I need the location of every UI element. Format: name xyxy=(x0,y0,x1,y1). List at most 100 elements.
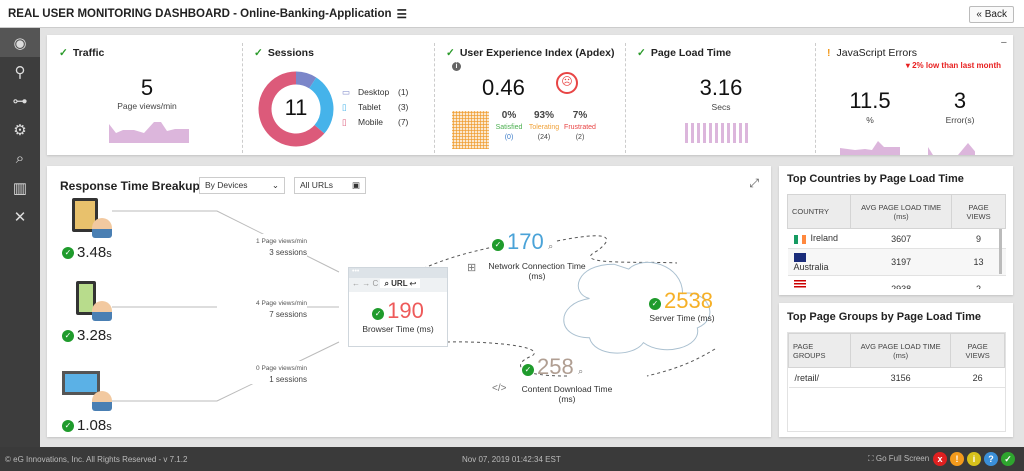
apdex-value: 0.46 xyxy=(482,75,525,100)
content-time-label: Content Download Time xyxy=(521,384,613,394)
status-ok-icon: ✓ xyxy=(62,330,74,343)
session-count: 1 sessions xyxy=(269,375,307,384)
topology-icon[interactable]: ⊶ xyxy=(0,86,40,115)
search-icon[interactable]: ⌕ xyxy=(578,366,583,376)
legend-count: (1) xyxy=(398,87,409,97)
url-bar: ⌕ URL ↩ xyxy=(380,279,421,288)
mobile-response-time: ✓ 3.28s xyxy=(62,327,112,344)
status-ok-icon: ✓ xyxy=(372,307,385,320)
legend-count: (7) xyxy=(398,117,409,127)
satisfied-pct: 0% xyxy=(501,110,517,121)
ireland-flag-icon xyxy=(793,234,806,244)
mobile-user-icon xyxy=(72,281,112,321)
network-time-value[interactable]: 170 xyxy=(507,229,544,254)
page-views-rate: 1 Page views/min xyxy=(256,238,307,245)
search-icon[interactable]: ⌕ xyxy=(548,241,553,251)
check-icon: ✓ xyxy=(446,47,455,59)
status-ok-icon: ✓ xyxy=(62,420,74,433)
col-header[interactable]: PAGE VIEWS xyxy=(951,194,1006,229)
frustrated-count: (2) xyxy=(575,134,585,141)
content-time-unit: (ms) xyxy=(558,394,576,404)
url-bar-label: URL xyxy=(391,279,408,288)
australia-flag-icon xyxy=(793,253,806,263)
device-time-value: 1.08 xyxy=(77,417,107,434)
table-row[interactable]: Malaysia29382 xyxy=(787,275,1006,289)
bar-chart-icon[interactable]: ▥ xyxy=(0,173,40,202)
back-label: Back xyxy=(984,9,1007,20)
status-ok-icon: ✓ xyxy=(492,238,504,251)
device-time-value: 3.28 xyxy=(77,327,107,344)
footer: © eG Innovations, Inc. All Rights Reserv… xyxy=(0,447,1024,471)
eye-icon[interactable]: ◉ xyxy=(0,28,40,57)
info-icon[interactable]: i xyxy=(452,62,461,71)
table-row[interactable]: Australia 3197 13 xyxy=(787,248,1006,277)
location-pin-icon[interactable]: ⚲ xyxy=(0,57,40,86)
tablet-user-icon xyxy=(72,198,112,238)
network-time-unit: (ms) xyxy=(528,271,546,281)
close-icon[interactable]: ✕ xyxy=(0,202,40,231)
col-header[interactable]: AVG PAGE LOAD TIME (ms) xyxy=(850,194,953,229)
traffic-title: Traffic xyxy=(72,47,105,59)
frustrated-pct: 7% xyxy=(572,110,588,121)
help-status-icon[interactable]: ? xyxy=(984,452,998,466)
col-header[interactable]: COUNTRY xyxy=(787,194,852,229)
legend-count: (3) xyxy=(398,102,409,112)
sidebar: ◉ ⚲ ⊶ ⚙ ⌕ ▥ ✕ xyxy=(0,28,40,447)
page-views-rate: 4 Page views/min xyxy=(256,300,307,307)
critical-status-icon[interactable]: x xyxy=(933,452,947,466)
trend-label: 2% low than last month xyxy=(912,61,1001,70)
page-load-value: 3.16 xyxy=(699,75,743,100)
js-error-count: 3 xyxy=(953,88,967,113)
traffic-value: 5 xyxy=(140,75,154,100)
copyright: © eG Innovations, Inc. All Rights Reserv… xyxy=(5,454,188,464)
apdex-widget: ✓ User Experience Index (Apdex) i 0.46 ☹ … xyxy=(434,35,627,155)
minor-status-icon[interactable]: i xyxy=(967,452,981,466)
major-status-icon[interactable]: ! xyxy=(950,452,964,466)
legend-item[interactable]: ▭ Desktop (1) xyxy=(342,87,408,102)
scrollbar[interactable] xyxy=(999,229,1002,274)
fullscreen-button[interactable]: ⛶ Go Full Screen xyxy=(868,454,929,464)
donut-slice-desktop[interactable] xyxy=(295,71,317,89)
page-groups-title: Top Page Groups by Page Load Time xyxy=(787,311,981,323)
col-header[interactable]: AVG PAGE LOAD TIME (ms) xyxy=(850,333,952,368)
desktop-user-icon xyxy=(62,371,112,411)
title-bar: REAL USER MONITORING DASHBOARD - Online-… xyxy=(0,0,1024,28)
tablet-response-time: ✓ 3.48s xyxy=(62,244,112,261)
browser-time-value: 190 xyxy=(387,298,424,323)
datetime: Nov 07, 2019 01:42:34 EST xyxy=(462,454,561,464)
col-header[interactable]: PAGE GROUPS xyxy=(787,333,852,368)
desktop-response-time: ✓ 1.08s xyxy=(62,417,112,434)
table-row[interactable]: /retail/3156 26 xyxy=(788,367,1005,388)
legend-label: Desktop xyxy=(358,87,390,97)
frown-face-icon: ☹ xyxy=(556,72,578,94)
status-ok-icon: ✓ xyxy=(62,247,74,260)
chart-search-icon[interactable]: ⌕ xyxy=(0,144,40,173)
device-time-unit: s xyxy=(106,331,112,343)
traffic-widget: ✓ Traffic 5 Page views/min xyxy=(47,35,242,155)
legend-item[interactable]: ▯ Tablet (3) xyxy=(342,102,408,117)
sessions-title: Sessions xyxy=(267,47,314,59)
tablet-icon: ▯ xyxy=(342,102,347,112)
status-ok-icon: ✓ xyxy=(649,297,661,310)
browser-time-label: Browser Time (ms) xyxy=(362,324,434,334)
check-icon: ✓ xyxy=(254,47,263,59)
country-name: Australia xyxy=(793,262,829,273)
layers-icon: ☰ xyxy=(396,8,407,21)
back-button[interactable]: « Back xyxy=(969,6,1014,23)
avg-load-time: 3607 xyxy=(850,228,952,249)
mobile-icon: ▯ xyxy=(342,117,347,127)
traffic-sparkline xyxy=(109,122,189,143)
status-ok-icon: ✓ xyxy=(522,363,534,376)
col-header[interactable]: PAGE VIEWS xyxy=(950,333,1005,368)
warning-icon: ! xyxy=(827,47,831,59)
malaysia-flag-icon xyxy=(793,280,806,289)
check-icon: ✓ xyxy=(59,47,68,59)
satisfied-label: Satisfied xyxy=(495,124,523,131)
frustrated-label: Frustrated xyxy=(564,124,596,131)
countries-table: COUNTRY AVG PAGE LOAD TIME (ms) PAGE VIEWS… xyxy=(787,194,1006,289)
table-row[interactable]: Ireland 3607 9 xyxy=(787,228,1006,249)
normal-status-icon[interactable]: ✓ xyxy=(1001,452,1015,466)
settings-cog-icon[interactable]: ⚙ xyxy=(0,115,40,144)
content-time-value[interactable]: 258 xyxy=(537,354,574,379)
legend-item[interactable]: ▯ Mobile (7) xyxy=(342,117,408,132)
